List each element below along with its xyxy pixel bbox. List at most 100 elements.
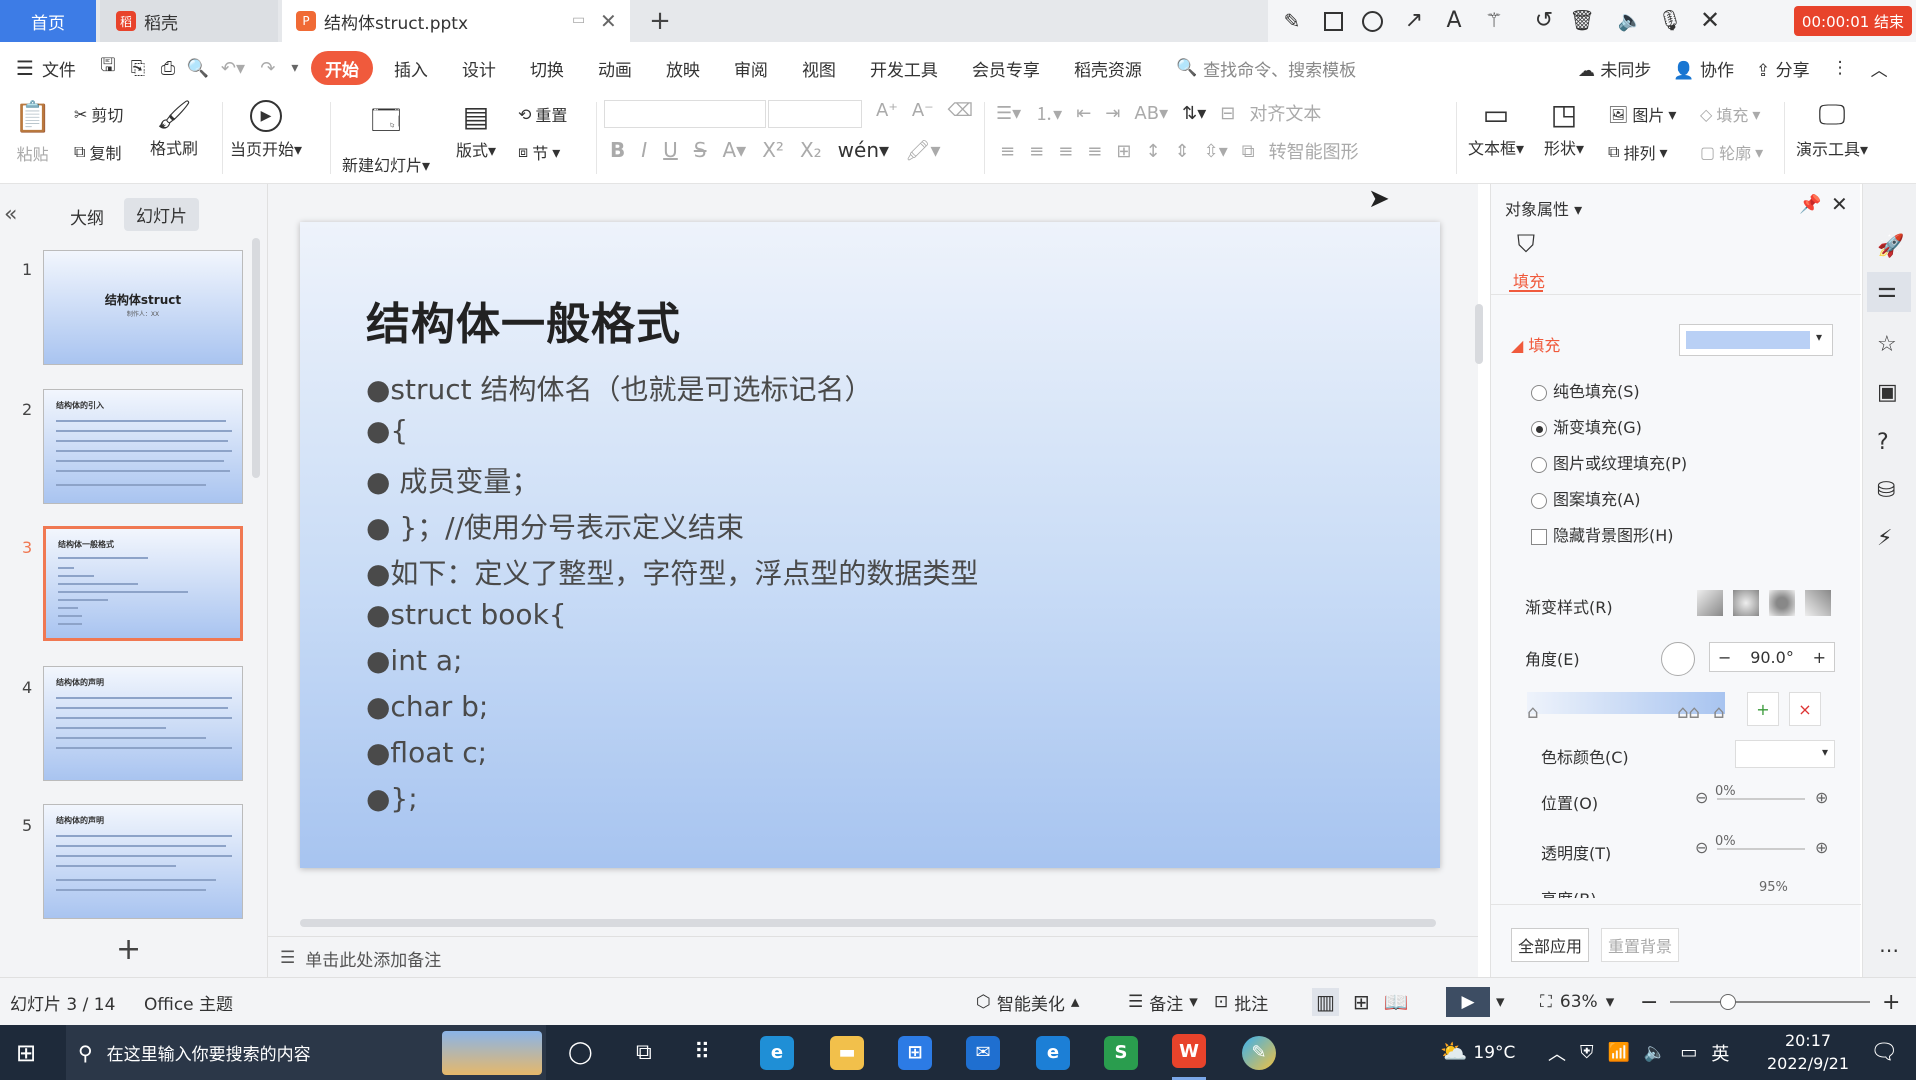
- wifi-icon[interactable]: 📶: [1608, 1042, 1630, 1063]
- microphone-icon[interactable]: 🎙: [1657, 8, 1682, 32]
- justify-icon[interactable]: ≡: [1087, 141, 1102, 162]
- increase-icon[interactable]: ⊕: [1815, 838, 1828, 857]
- highlight-icon[interactable]: 🖍▾: [905, 138, 940, 162]
- mail-icon[interactable]: ✉: [966, 1025, 1000, 1080]
- clock[interactable]: 20:17 2022/9/21: [1760, 1029, 1856, 1075]
- outline-tab[interactable]: 大纲: [70, 204, 104, 229]
- align-text-label[interactable]: 对齐文本: [1249, 100, 1321, 126]
- menu-developer[interactable]: 开发工具: [853, 51, 955, 85]
- slide-thumb-4[interactable]: 结构体的声明: [43, 666, 243, 781]
- zoom-in-icon[interactable]: +: [1882, 978, 1900, 1026]
- pen-app-icon[interactable]: ✎: [1242, 1025, 1276, 1080]
- menu-review[interactable]: 审阅: [717, 51, 785, 85]
- convert-smartart-label[interactable]: 转智能图形: [1269, 138, 1359, 164]
- quick-access-dropdown-icon[interactable]: ▾: [283, 60, 307, 76]
- zoom-out-icon[interactable]: −: [1640, 978, 1658, 1026]
- apps-grid-icon[interactable]: ⠿: [694, 1025, 710, 1080]
- font-family-select[interactable]: [604, 100, 766, 128]
- add-slide-button[interactable]: +: [116, 932, 141, 967]
- convert-smartart-icon[interactable]: ⧉: [1242, 141, 1255, 162]
- ime-indicator[interactable]: 英: [1711, 1040, 1729, 1066]
- numbered-list-icon[interactable]: ⒈▾: [1035, 100, 1062, 126]
- pin-icon[interactable]: 📌: [1799, 194, 1821, 215]
- comment-icon[interactable]: ▣: [1877, 380, 1898, 405]
- zoom-slider[interactable]: [1670, 1001, 1870, 1003]
- taskbar-search[interactable]: ⚲ 在这里输入你要搜索的内容: [66, 1025, 546, 1080]
- collapse-panel-icon[interactable]: «: [4, 202, 17, 227]
- stop-recording-button[interactable]: 00:00:01 结束: [1794, 6, 1912, 36]
- slide-bullet[interactable]: ●{: [366, 414, 408, 447]
- decrease-icon[interactable]: ⊖: [1695, 838, 1708, 857]
- rocket-icon[interactable]: 🚀: [1877, 234, 1904, 259]
- strikethrough-icon[interactable]: S: [694, 138, 707, 162]
- thumbnail-scrollbar[interactable]: [252, 238, 260, 478]
- help-icon[interactable]: ?: [1877, 430, 1889, 455]
- close-recording-icon[interactable]: ✕: [1698, 6, 1722, 34]
- undo-button-icon[interactable]: ↶▾: [213, 58, 253, 79]
- radial-gradient-style[interactable]: [1733, 590, 1759, 616]
- zoom-slider-thumb[interactable]: [1720, 994, 1736, 1010]
- rectangle-icon[interactable]: [1324, 12, 1343, 31]
- text-direction-icon[interactable]: AB▾: [1134, 103, 1168, 124]
- font-color-icon[interactable]: A▾: [723, 138, 747, 162]
- star-icon[interactable]: ☆: [1877, 332, 1897, 357]
- font-size-select[interactable]: [768, 100, 862, 128]
- comments-button[interactable]: ⊡ 批注: [1214, 978, 1268, 1026]
- slide-bullet[interactable]: ●float c;: [366, 736, 487, 769]
- cut-button[interactable]: ✂ 剪切: [74, 102, 123, 126]
- edge-browser-icon[interactable]: e: [760, 1025, 794, 1080]
- redo-icon[interactable]: ↷: [253, 58, 283, 79]
- outline-button[interactable]: ▢ 轮廓 ▾: [1700, 140, 1763, 164]
- layout-button[interactable]: ▤ 版式▾: [456, 100, 496, 161]
- add-gradient-stop-icon[interactable]: +: [1747, 692, 1779, 726]
- current-slide[interactable]: 结构体一般格式 ●struct 结构体名（也就是可选标记名） ●{ ● 成员变量…: [300, 222, 1440, 868]
- volume-icon[interactable]: 🔈: [1644, 1042, 1666, 1063]
- delete-gradient-stop-icon[interactable]: ×: [1789, 692, 1821, 726]
- panel-title[interactable]: 对象属性 ▾: [1505, 196, 1582, 220]
- line-spacing-icon[interactable]: ↕: [1145, 141, 1160, 162]
- play-from-current-button[interactable]: ▶ 当页开始▾: [230, 100, 302, 160]
- section-button[interactable]: ⧈ 节 ▾: [518, 140, 560, 164]
- panel-close-icon[interactable]: ✕: [1831, 192, 1848, 216]
- text-tool-icon[interactable]: A: [1442, 8, 1466, 33]
- clear-format-icon[interactable]: ⌫: [948, 100, 973, 121]
- vertical-scrollbar[interactable]: [1472, 184, 1486, 904]
- gradient-fill-option[interactable]: 渐变填充(G): [1531, 414, 1642, 438]
- normal-view-icon[interactable]: ▥: [1312, 988, 1339, 1016]
- slide-bullet[interactable]: ●struct book{: [366, 598, 567, 631]
- copy-button[interactable]: ⧉ 复制: [74, 140, 121, 164]
- new-tab-button[interactable]: +: [645, 0, 675, 42]
- slide-bullet[interactable]: ●char b;: [366, 690, 488, 723]
- fill-bucket-icon[interactable]: ⛉: [1517, 230, 1535, 258]
- battery-icon[interactable]: ▭: [1680, 1042, 1697, 1063]
- stop-color-dropdown[interactable]: ▾: [1735, 740, 1835, 768]
- store-icon[interactable]: ⊞: [898, 1025, 932, 1080]
- properties-tab[interactable]: ⚌: [1867, 272, 1911, 312]
- command-search[interactable]: 🔍 查找命令、搜索模板: [1159, 51, 1373, 85]
- slide-sorter-icon[interactable]: ⊞: [1353, 990, 1370, 1014]
- print-preview-icon[interactable]: 🔍: [183, 58, 213, 79]
- fill-section-header[interactable]: ◢ 填充: [1511, 332, 1560, 356]
- fit-window-icon[interactable]: ⛶: [1540, 992, 1552, 1012]
- widgets-icon[interactable]: ⧉: [636, 1025, 652, 1080]
- collapse-ribbon-icon[interactable]: ︿: [1871, 56, 1888, 81]
- slide-bullet[interactable]: ● 成员变量；: [366, 460, 539, 500]
- picture-fill-option[interactable]: 图片或纹理填充(P): [1531, 450, 1687, 474]
- menu-slideshow[interactable]: 放映: [649, 51, 717, 85]
- plus-icon[interactable]: +: [1813, 648, 1826, 667]
- italic-icon[interactable]: I: [641, 138, 647, 162]
- presenter-tools-button[interactable]: 🖵 演示工具▾: [1796, 98, 1868, 160]
- weather-widget[interactable]: ⛅ 19°C: [1440, 1025, 1515, 1080]
- collaborate-button[interactable]: 👤 协作: [1673, 56, 1734, 81]
- file-menu[interactable]: ☰ 文件: [0, 51, 93, 85]
- arrange-button[interactable]: ⧉ 排列 ▾: [1608, 140, 1667, 164]
- phonetic-icon[interactable]: wén▾: [838, 138, 889, 162]
- speaker-icon[interactable]: 🔈: [1618, 8, 1643, 32]
- gradient-stop-icon[interactable]: ⌂: [1527, 702, 1538, 723]
- slide-bullet[interactable]: ●如下：定义了整型，字符型，浮点型的数据类型: [366, 552, 978, 592]
- gradient-stop-icon[interactable]: ⌂⌂: [1677, 702, 1700, 723]
- more-options-icon[interactable]: ⋯: [1879, 938, 1899, 962]
- smart-beautify-button[interactable]: ⬡ 智能美化 ▴: [976, 978, 1079, 1026]
- increase-font-icon[interactable]: A⁺: [876, 100, 898, 121]
- reset-button[interactable]: ⟲ 重置: [518, 102, 567, 126]
